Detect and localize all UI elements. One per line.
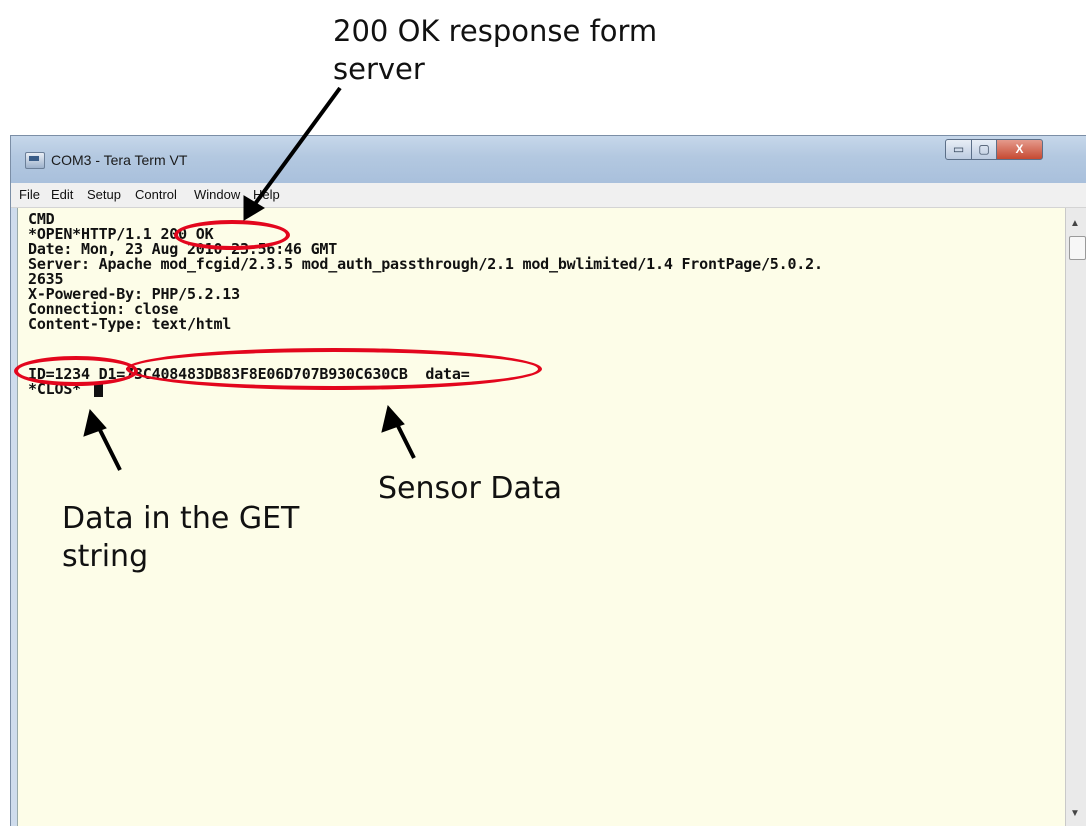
annotation-arrows: [83, 86, 416, 471]
annotation-get-string: Data in the GET string: [62, 500, 299, 576]
arrow-to-ok: [250, 86, 342, 210]
annotation-get-line2: string: [62, 539, 149, 574]
annotation-sensor-data: Sensor Data: [378, 471, 562, 506]
annotation-get-line1: Data in the GET: [62, 501, 300, 536]
arrow-head-ok: [243, 195, 265, 221]
